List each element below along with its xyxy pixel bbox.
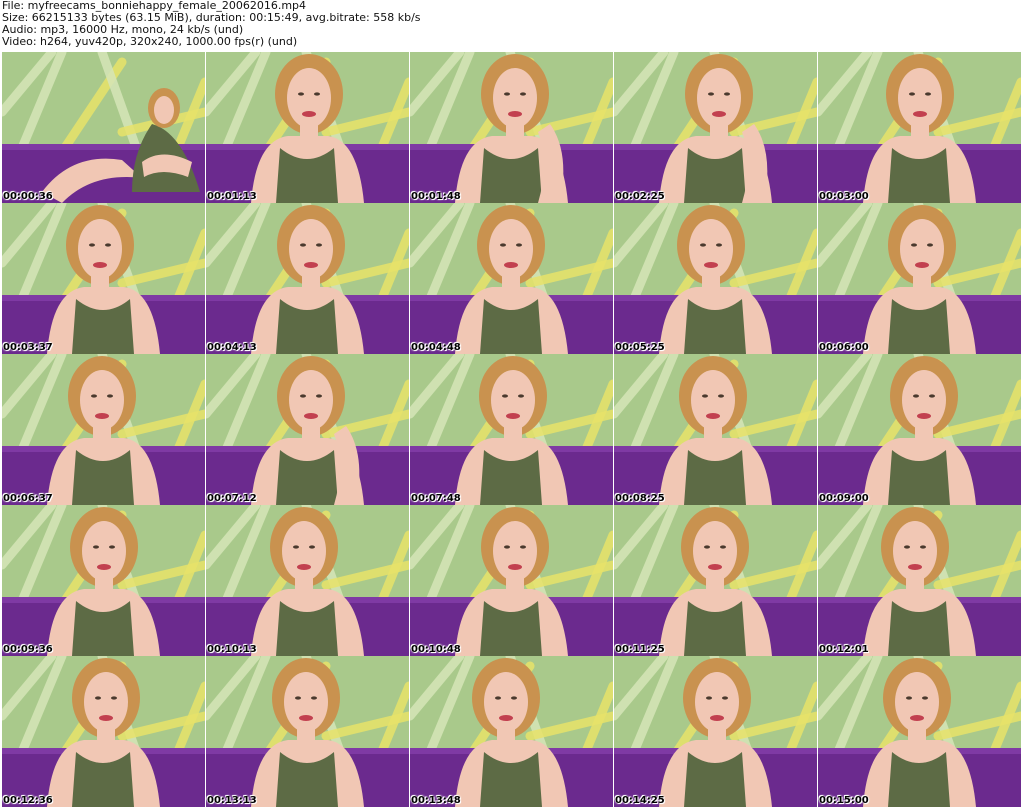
thumbnail-frame-image xyxy=(2,203,205,354)
thumbnail-grid: 00:00:36 00:01:13 00:01:48 00:02:25 00:03:00… xyxy=(2,52,1022,809)
video-thumbnail: 00:09:00 xyxy=(818,354,1021,505)
thumbnail-frame-image xyxy=(818,505,1021,656)
thumbnail-timestamp: 00:01:13 xyxy=(207,191,257,202)
video-thumbnail: 00:12:36 xyxy=(2,656,205,807)
thumbnail-timestamp: 00:15:00 xyxy=(819,795,869,806)
thumbnail-frame-image xyxy=(206,656,409,807)
video-thumbnail: 00:01:48 xyxy=(410,52,613,203)
thumbnail-timestamp: 00:13:13 xyxy=(207,795,257,806)
video-thumbnail: 00:03:00 xyxy=(818,52,1021,203)
thumbnail-frame-image xyxy=(206,52,409,203)
thumbnail-timestamp: 00:04:48 xyxy=(411,342,461,353)
video-thumbnail: 00:02:25 xyxy=(614,52,817,203)
thumbnail-frame-image xyxy=(818,52,1021,203)
thumbnail-frame-image xyxy=(2,656,205,807)
video-thumbnail: 00:01:13 xyxy=(206,52,409,203)
thumbnail-frame-image xyxy=(2,505,205,656)
thumbnail-timestamp: 00:10:48 xyxy=(411,644,461,655)
video-thumbnail: 00:07:12 xyxy=(206,354,409,505)
thumbnail-frame-image xyxy=(614,203,817,354)
thumbnail-timestamp: 00:09:36 xyxy=(3,644,53,655)
video-thumbnail: 00:14:25 xyxy=(614,656,817,807)
video-thumbnail: 00:03:37 xyxy=(2,203,205,354)
thumbnail-frame-image xyxy=(614,354,817,505)
thumbnail-timestamp: 00:14:25 xyxy=(615,795,665,806)
thumbnail-frame-image xyxy=(2,52,205,203)
thumbnail-frame-image xyxy=(2,354,205,505)
video-thumbnail: 00:13:13 xyxy=(206,656,409,807)
thumbnail-timestamp: 00:09:00 xyxy=(819,493,869,504)
video-thumbnail: 00:10:48 xyxy=(410,505,613,656)
video-thumbnail: 00:00:36 xyxy=(2,52,205,203)
thumbnail-timestamp: 00:07:12 xyxy=(207,493,257,504)
thumbnail-frame-image xyxy=(614,656,817,807)
thumbnail-timestamp: 00:05:25 xyxy=(615,342,665,353)
thumbnail-timestamp: 00:04:13 xyxy=(207,342,257,353)
thumbnail-frame-image xyxy=(410,203,613,354)
thumbnail-frame-image xyxy=(206,354,409,505)
thumbnail-frame-image xyxy=(614,52,817,203)
thumbnail-timestamp: 00:03:00 xyxy=(819,191,869,202)
thumbnail-frame-image xyxy=(818,656,1021,807)
video-thumbnail: 00:08:25 xyxy=(614,354,817,505)
thumbnail-timestamp: 00:02:25 xyxy=(615,191,665,202)
thumbnail-frame-image xyxy=(206,505,409,656)
thumbnail-frame-image xyxy=(818,203,1021,354)
thumbnail-frame-image xyxy=(818,354,1021,505)
thumbnail-frame-image xyxy=(206,203,409,354)
thumbnail-timestamp: 00:06:37 xyxy=(3,493,53,504)
thumbnail-timestamp: 00:00:36 xyxy=(3,191,53,202)
thumbnail-frame-image xyxy=(410,354,613,505)
video-thumbnail: 00:04:13 xyxy=(206,203,409,354)
thumbnail-timestamp: 00:03:37 xyxy=(3,342,53,353)
thumbnail-frame-image xyxy=(410,52,613,203)
thumbnail-frame-image xyxy=(614,505,817,656)
file-info-header: File: myfreecams_bonniehappy_female_2006… xyxy=(2,0,1022,48)
thumbnail-frame-image xyxy=(410,505,613,656)
video-thumbnail: 00:15:00 xyxy=(818,656,1021,807)
video-thumbnail: 00:09:36 xyxy=(2,505,205,656)
thumbnail-timestamp: 00:07:48 xyxy=(411,493,461,504)
video-info-line: Video: h264, yuv420p, 320x240, 1000.00 f… xyxy=(2,35,298,48)
thumbnail-timestamp: 00:12:36 xyxy=(3,795,53,806)
video-thumbnail: 00:06:00 xyxy=(818,203,1021,354)
thumbnail-timestamp: 00:01:48 xyxy=(411,191,461,202)
thumbnail-timestamp: 00:06:00 xyxy=(819,342,869,353)
thumbnail-timestamp: 00:10:13 xyxy=(207,644,257,655)
video-thumbnail: 00:05:25 xyxy=(614,203,817,354)
thumbnail-timestamp: 00:12:01 xyxy=(819,644,869,655)
video-thumbnail: 00:07:48 xyxy=(410,354,613,505)
video-thumbnail: 00:06:37 xyxy=(2,354,205,505)
thumbnail-timestamp: 00:11:25 xyxy=(615,644,665,655)
video-thumbnail: 00:13:48 xyxy=(410,656,613,807)
thumbnail-timestamp: 00:13:48 xyxy=(411,795,461,806)
thumbnail-frame-image xyxy=(410,656,613,807)
video-thumbnail: 00:11:25 xyxy=(614,505,817,656)
video-thumbnail: 00:04:48 xyxy=(410,203,613,354)
video-thumbnail: 00:10:13 xyxy=(206,505,409,656)
video-thumbnail: 00:12:01 xyxy=(818,505,1021,656)
thumbnail-timestamp: 00:08:25 xyxy=(615,493,665,504)
